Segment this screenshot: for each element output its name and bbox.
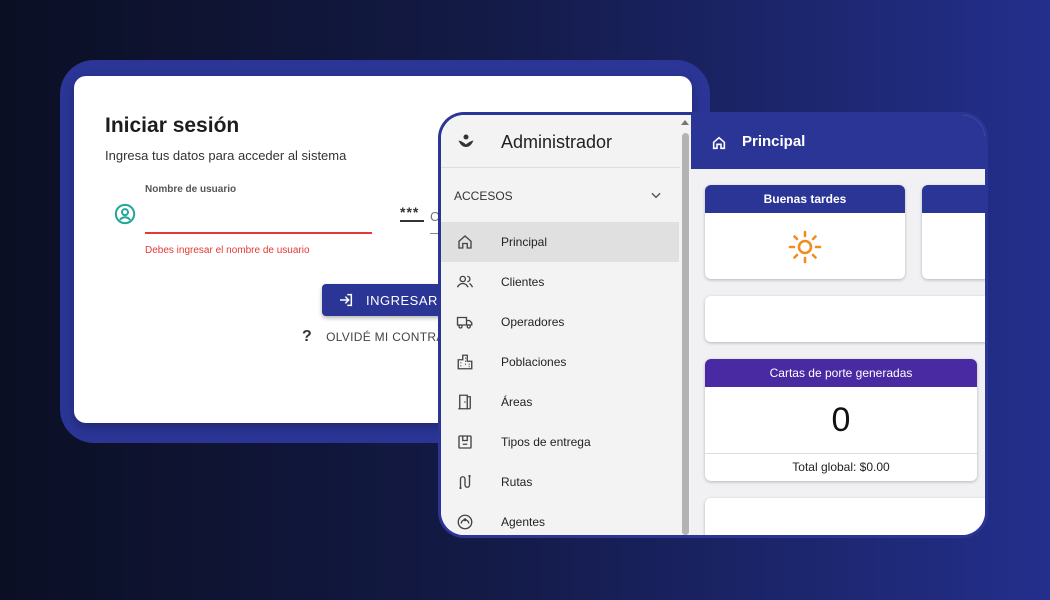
scroll-up-arrow-icon[interactable] (681, 120, 689, 125)
sun-icon (788, 230, 822, 264)
brand-title: Administrador (501, 132, 613, 152)
sidebar-scrollbar-thumb[interactable] (682, 133, 689, 535)
login-button[interactable]: INGRESAR (322, 284, 452, 316)
city-icon (457, 354, 473, 370)
sidebar-item-tipos-de-entrega[interactable]: Tipos de entrega (441, 422, 679, 462)
cartas-count: 0 (831, 401, 851, 439)
accesos-section-label[interactable]: ACCESOS (454, 189, 513, 203)
login-arrow-icon (340, 293, 353, 307)
sidebar-header: Administrador (441, 115, 681, 168)
cartas-card-title: Cartas de porte generadas (705, 359, 977, 387)
package-icon (458, 435, 472, 449)
sidebar-item-label: Rutas (501, 475, 533, 489)
sidebar-item-principal[interactable]: Principal (441, 222, 679, 262)
bottom-card (705, 498, 985, 535)
sidebar: Administrador ACCESOS Principal Clientes… (441, 115, 691, 535)
sidebar-item-agentes[interactable]: Agentes (441, 502, 679, 535)
username-label: Nombre de usuario (145, 184, 237, 195)
sidebar-item-rutas[interactable]: Rutas (441, 462, 679, 502)
sidebar-item-label: Agentes (501, 515, 546, 529)
home-icon (712, 136, 726, 150)
empty-card (705, 296, 985, 342)
chevron-down-icon[interactable] (649, 188, 663, 202)
user-circle-icon (114, 203, 136, 225)
sidebar-item-label: Operadores (501, 315, 565, 329)
main-header: Principal (691, 115, 985, 169)
sidebar-item-label: Principal (501, 235, 548, 249)
sidebar-item-clientes[interactable]: Clientes (441, 262, 679, 302)
greeting-card-title: Buenas tardes (705, 185, 905, 213)
forgot-password-label: OLVIDÉ MI CONTRA (326, 330, 445, 344)
admin-window: Administrador ACCESOS Principal Clientes… (441, 115, 985, 535)
login-subtitle: Ingresa tus datos para acceder al sistem… (105, 148, 347, 163)
brand-logo-icon (458, 134, 474, 147)
users-icon (456, 275, 474, 288)
login-title: Iniciar sesión (105, 114, 240, 137)
secondary-card-head (922, 185, 985, 213)
secondary-card (922, 185, 985, 279)
cartas-total: Total global: $0.00 (705, 453, 977, 481)
agent-icon (457, 514, 473, 530)
sidebar-item-label: Tipos de entrega (501, 435, 591, 449)
truck-icon (456, 316, 473, 329)
sidebar-item-areas[interactable]: Áreas (441, 382, 679, 422)
sidebar-item-poblaciones[interactable]: Poblaciones (441, 342, 679, 382)
route-icon (459, 474, 471, 490)
sidebar-item-label: Áreas (501, 395, 533, 409)
forgot-password-link[interactable]: ? OLVIDÉ MI CONTRA (302, 328, 445, 346)
home-icon (458, 235, 472, 249)
sidebar-item-operadores[interactable]: Operadores (441, 302, 679, 342)
greeting-card: Buenas tardes (705, 185, 905, 279)
sidebar-item-label: Poblaciones (501, 355, 567, 369)
page-title: Principal (742, 133, 806, 150)
login-button-label: INGRESAR (366, 292, 438, 308)
door-icon (458, 394, 471, 410)
password-icon: *** (400, 204, 425, 222)
username-error: Debes ingresar el nombre de usuario (145, 245, 310, 256)
cartas-card: Cartas de porte generadas 0 Total global… (705, 359, 977, 481)
question-icon: ? (302, 328, 313, 345)
username-input[interactable] (145, 200, 372, 234)
sidebar-item-label: Clientes (501, 275, 545, 289)
